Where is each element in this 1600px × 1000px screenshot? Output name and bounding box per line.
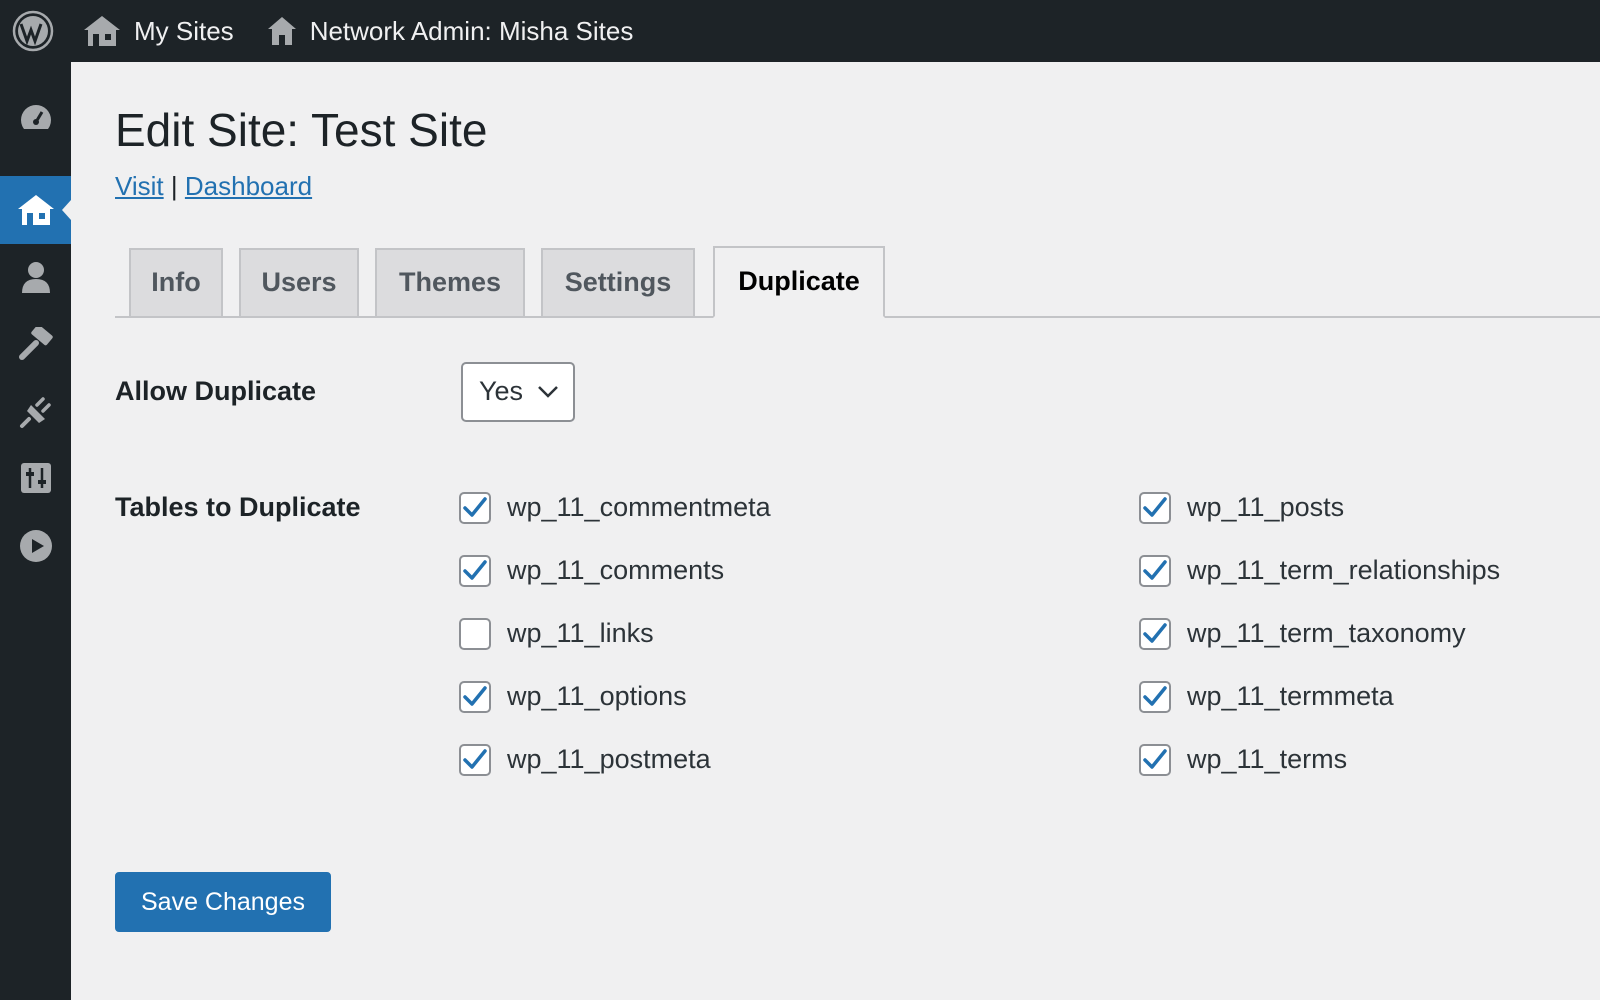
links-separator: | — [170, 170, 178, 201]
admin-bar: My Sites Network Admin: Misha Sites — [0, 0, 1600, 62]
table-name: wp_11_links — [507, 618, 654, 649]
sidebar-item-themes[interactable] — [0, 310, 71, 378]
checkbox[interactable] — [459, 554, 491, 587]
table-checkbox[interactable]: wp_11_posts — [1139, 491, 1345, 524]
sidebar-item-dashboard[interactable] — [0, 86, 71, 154]
sidebar-item-sites[interactable] — [0, 176, 71, 244]
table-checkbox[interactable]: wp_11_postmeta — [459, 743, 711, 776]
table-name: wp_11_postmeta — [507, 744, 711, 775]
checkbox[interactable] — [459, 617, 491, 650]
admin-sidebar — [0, 62, 71, 1000]
tab-info[interactable]: Info — [129, 247, 223, 318]
checkbox[interactable] — [459, 743, 491, 776]
checkmark-icon — [1143, 749, 1167, 769]
table-checkbox[interactable]: wp_11_links — [459, 617, 654, 650]
play-icon — [19, 530, 52, 562]
checkbox[interactable] — [1139, 743, 1171, 776]
checkbox[interactable] — [1139, 491, 1171, 524]
checkmark-icon — [463, 686, 487, 706]
allow-duplicate-label: Allow Duplicate — [115, 375, 317, 406]
table-checkbox[interactable]: wp_11_termmeta — [1139, 680, 1394, 713]
tables-to-duplicate-label: Tables to Duplicate — [115, 491, 361, 522]
page-title: Edit Site: Test Site — [115, 104, 488, 156]
table-checkbox[interactable]: wp_11_terms — [1139, 743, 1348, 776]
nav-tabs: Info Users Themes Settings Duplicate — [115, 245, 1600, 318]
checkbox[interactable] — [1139, 554, 1171, 587]
home-icon — [267, 17, 296, 45]
my-sites-menu[interactable]: My Sites — [66, 0, 250, 62]
table-checkbox[interactable]: wp_11_term_taxonomy — [1139, 617, 1466, 650]
tab-duplicate[interactable]: Duplicate — [713, 245, 885, 318]
users-icon — [21, 262, 50, 293]
table-name: wp_11_termmeta — [1187, 681, 1394, 712]
table-name: wp_11_terms — [1187, 744, 1348, 775]
network-admin-menu[interactable]: Network Admin: Misha Sites — [250, 0, 650, 62]
sidebar-item-media[interactable] — [0, 512, 71, 580]
tab-users[interactable]: Users — [239, 247, 359, 318]
checkbox[interactable] — [1139, 680, 1171, 713]
sidebar-item-plugins[interactable] — [0, 378, 71, 446]
table-name: wp_11_term_taxonomy — [1187, 618, 1466, 649]
sites-icon — [17, 195, 54, 225]
wordpress-logo-icon[interactable] — [0, 0, 66, 62]
table-name: wp_11_commentmeta — [507, 492, 771, 523]
tab-themes[interactable]: Themes — [375, 247, 525, 318]
table-name: wp_11_comments — [507, 555, 725, 586]
main-content: Edit Site: Test Site Visit | Dashboard I… — [115, 62, 1600, 932]
my-sites-label: My Sites — [134, 15, 234, 46]
checkmark-icon — [1143, 686, 1167, 706]
table-checkbox[interactable]: wp_11_comments — [459, 554, 725, 587]
checkbox[interactable] — [459, 491, 491, 524]
save-changes-button[interactable]: Save Changes — [115, 872, 331, 932]
table-checkbox[interactable]: wp_11_options — [459, 680, 687, 713]
network-admin-label: Network Admin: Misha Sites — [309, 15, 634, 46]
table-checkbox[interactable]: wp_11_term_relationships — [1139, 554, 1501, 587]
table-name: wp_11_term_relationships — [1187, 555, 1501, 586]
checkmark-icon — [463, 497, 487, 517]
visit-link[interactable]: Visit — [115, 171, 164, 201]
table-name: wp_11_options — [507, 681, 687, 712]
checkmark-icon — [463, 560, 487, 580]
dashboard-link[interactable]: Dashboard — [185, 171, 312, 201]
settings-icon — [20, 463, 51, 493]
page-links: Visit | Dashboard — [115, 171, 1600, 202]
tab-settings[interactable]: Settings — [541, 247, 695, 318]
my-sites-icon — [84, 16, 120, 46]
allow-duplicate-select[interactable]: Yes — [461, 361, 575, 422]
table-checkbox[interactable]: wp_11_commentmeta — [459, 491, 771, 524]
sidebar-item-settings[interactable] — [0, 444, 71, 512]
allow-duplicate-value: Yes — [479, 376, 524, 407]
checkmark-icon — [1143, 623, 1167, 643]
chevron-down-icon — [538, 386, 558, 398]
themes-icon — [18, 327, 53, 360]
checkmark-icon — [463, 749, 487, 769]
checkbox[interactable] — [459, 680, 491, 713]
table-name: wp_11_posts — [1187, 492, 1345, 523]
checkbox[interactable] — [1139, 617, 1171, 650]
sidebar-item-users[interactable] — [0, 244, 71, 312]
dashboard-icon — [20, 105, 51, 135]
checkmark-icon — [1143, 560, 1167, 580]
plugins-icon — [19, 397, 51, 428]
checkmark-icon — [1143, 497, 1167, 517]
